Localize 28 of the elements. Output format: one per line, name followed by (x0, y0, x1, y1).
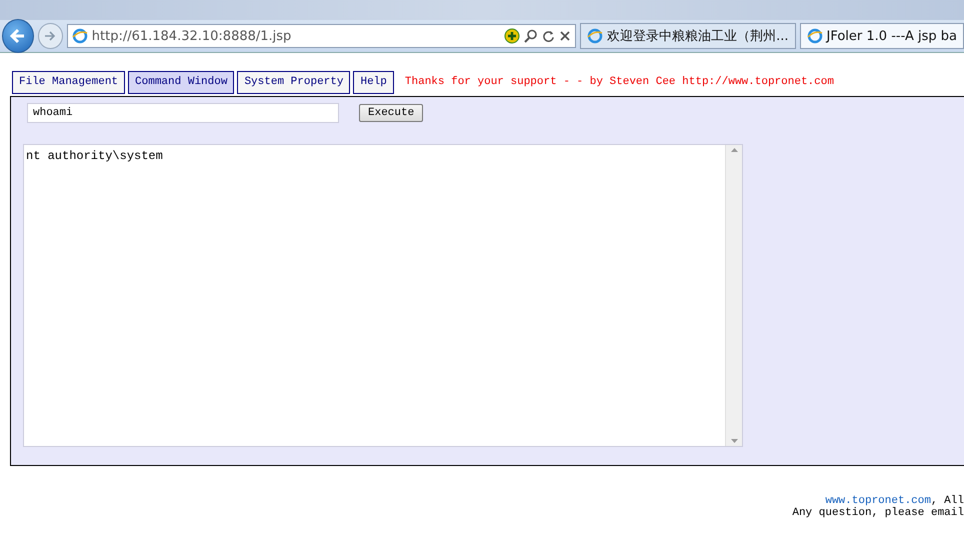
copyright-text: www.topronet.com, All (825, 495, 964, 507)
command-input[interactable]: whoami (27, 103, 339, 123)
browser-tab[interactable]: 欢迎登录中粮粮油工业（荆州... (580, 23, 796, 49)
output-area[interactable]: nt authority\system (23, 144, 743, 447)
scroll-down-icon (730, 439, 738, 443)
back-button[interactable] (2, 19, 34, 53)
address-field[interactable]: http://61.184.32.10:8888/1.jsp (66, 24, 576, 48)
close-icon (559, 30, 572, 42)
scroll-up-icon (730, 148, 738, 152)
nav-tab[interactable]: System Property (237, 70, 350, 94)
nav-tab[interactable]: File Management (12, 70, 126, 94)
output-text: nt authority\system (25, 148, 164, 165)
execute-button[interactable]: Execute (359, 104, 424, 122)
footer-link[interactable]: www.topronet.com (825, 495, 931, 507)
nav-tab[interactable]: Help (353, 70, 394, 94)
globe-e-icon (587, 28, 604, 44)
search-icon (524, 29, 538, 43)
browser-tab[interactable]: JFoler 1.0 ---A jsp ba (800, 23, 964, 49)
scrollbar[interactable] (725, 145, 742, 446)
nav-tab[interactable]: Command Window (128, 70, 234, 94)
refresh-icon (542, 30, 556, 42)
globe-e-icon (72, 28, 88, 44)
forward-button[interactable] (38, 23, 63, 49)
globe-e-icon (806, 28, 822, 44)
contact-text: Any question, please email (792, 507, 964, 519)
arrow-right-icon (44, 30, 56, 42)
credit-text: Thanks for your support - - by Steven Cee http://www.topronet.com (404, 76, 834, 88)
plus-icon (504, 28, 520, 44)
